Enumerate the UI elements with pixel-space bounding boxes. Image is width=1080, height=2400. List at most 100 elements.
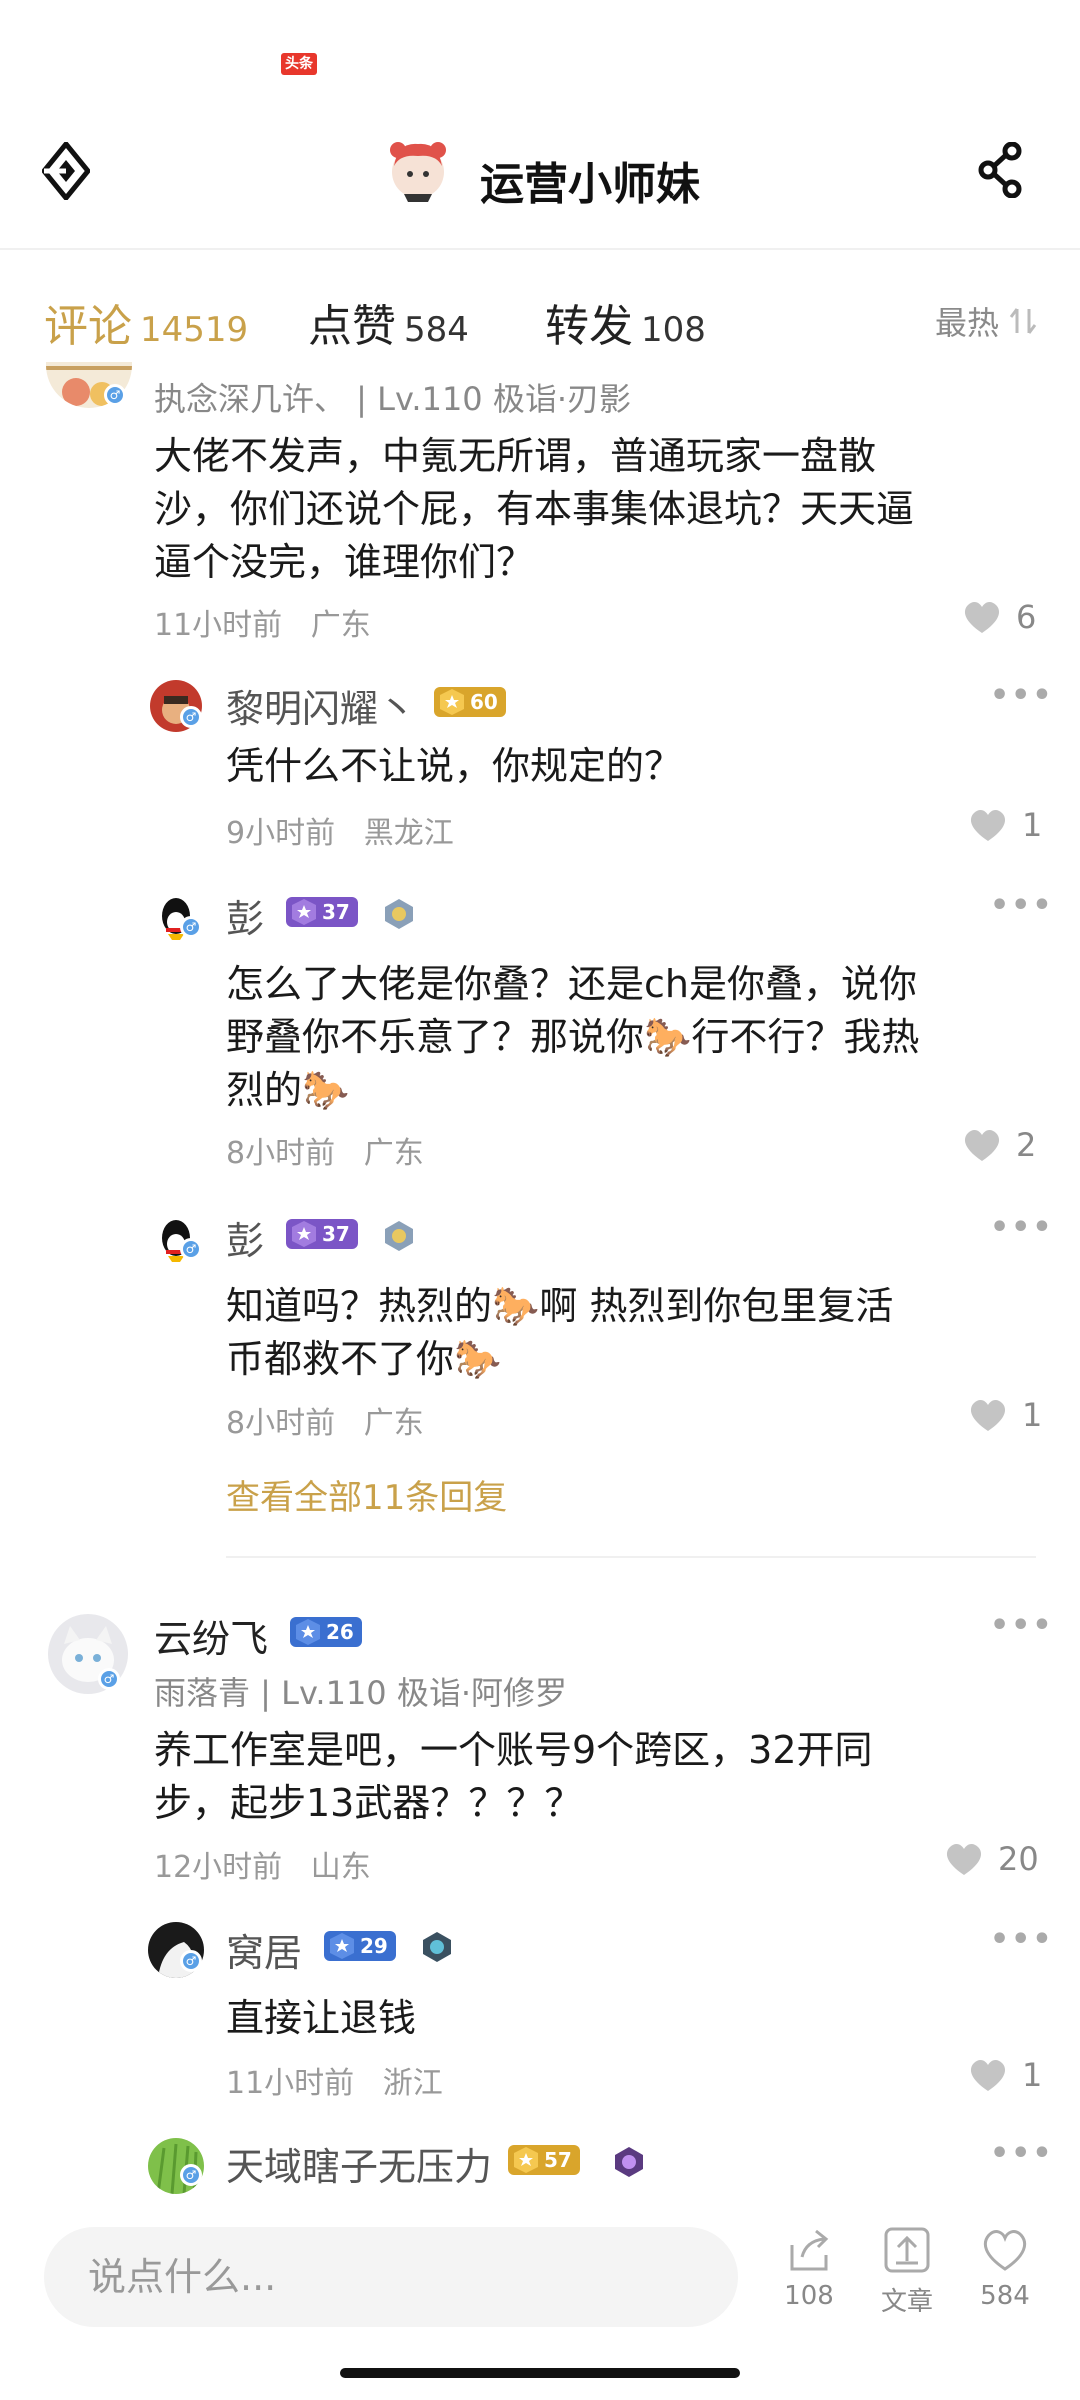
comment-line: 大佬不发声，中氪无所谓，普通玩家一盘散 — [154, 434, 877, 478]
more-options-icon[interactable]: ••• — [990, 678, 1054, 713]
rank-emblem-icon — [615, 2147, 643, 2177]
gender-male-icon: ♂ — [180, 706, 202, 728]
comment-text: 直接让退钱 — [226, 1996, 417, 2040]
top-bar: 运营小师妹 — [0, 120, 1080, 250]
tab-label: 点赞 — [308, 301, 396, 352]
username[interactable]: 天域瞎子无压力 — [226, 2136, 492, 2191]
tab-label: 转发 — [545, 301, 633, 352]
like-button[interactable]: 20 — [944, 1840, 1039, 1878]
level-number: 60 — [470, 690, 498, 714]
sort-icon — [1009, 308, 1037, 334]
tab-reposts[interactable]: 转发 108 — [545, 290, 706, 354]
more-options-icon[interactable]: ••• — [990, 2136, 1054, 2171]
tab-comments[interactable]: 评论 14519 — [44, 290, 248, 354]
comment-meta: 11小时前 广东 — [154, 600, 371, 644]
level-number: 29 — [360, 1934, 388, 1958]
username[interactable]: 窝居 — [226, 1922, 302, 1977]
gender-male-icon: ♂ — [180, 916, 202, 938]
comment-location: 山东 — [310, 1850, 371, 1885]
level-star-icon — [514, 2147, 538, 2173]
comment-location: 浙江 — [382, 2066, 443, 2101]
tab-count: 584 — [404, 310, 469, 350]
comment-line: 野叠你不乐意了？那说你🐎行不行？我热 — [226, 1015, 920, 1059]
share-count: 108 — [784, 2281, 834, 2311]
sort-toggle[interactable]: 最热 — [935, 298, 1039, 344]
rank-emblem-icon — [385, 1221, 413, 1251]
username[interactable]: 彭 — [226, 888, 264, 943]
rank-emblem-icon — [385, 899, 413, 929]
comment-meta: 9小时前 黑龙江 — [226, 808, 454, 852]
level-star-icon — [292, 899, 316, 925]
sort-label: 最热 — [935, 304, 1000, 342]
comment-line: 沙，你们还说个屁，有本事集体退坑？天天逼 — [154, 487, 915, 531]
gender-male-icon: ♂ — [180, 1950, 202, 1972]
comment-meta: 11小时前 浙江 — [226, 2058, 443, 2102]
level-number: 37 — [322, 900, 350, 924]
more-options-icon[interactable]: ••• — [990, 888, 1054, 923]
comment-time: 8小时前 — [226, 1406, 336, 1441]
article-label: 文章 — [880, 2287, 933, 2317]
user-subtitle: 雨落青 | Lv.110 极诣·阿修罗 — [154, 1674, 568, 1712]
more-options-icon[interactable]: ••• — [990, 1210, 1054, 1245]
comment-input[interactable]: 说点什么... — [44, 2227, 738, 2327]
view-all-replies-link[interactable]: 查看全部11条回复 — [226, 1470, 507, 1519]
level-badge: 37 — [286, 1219, 358, 1249]
level-star-icon — [330, 1933, 354, 1959]
tab-count: 108 — [641, 310, 706, 350]
heart-icon — [964, 1129, 1000, 1161]
level-badge: 29 — [324, 1931, 396, 1961]
tab-count: 14519 — [140, 310, 249, 350]
comment-location: 广东 — [310, 608, 371, 643]
level-badge: 37 — [286, 897, 358, 927]
more-options-icon[interactable]: ••• — [990, 1922, 1054, 1957]
like-count: 1 — [1022, 1396, 1043, 1434]
article-button[interactable]: 文章 — [872, 2225, 942, 2318]
like-button[interactable]: 1 — [968, 1396, 1042, 1434]
share-button[interactable]: 108 — [774, 2225, 844, 2311]
comment-line: 烈的🐎 — [226, 1068, 350, 1112]
username[interactable]: 黎明闪耀丶 — [226, 678, 416, 733]
heart-outline-icon — [983, 2230, 1027, 2271]
share-icon[interactable] — [978, 141, 1024, 199]
comment-location: 黑龙江 — [363, 816, 454, 851]
gender-male-icon: ♂ — [180, 2164, 202, 2186]
comment-line: 养工作室是吧，一个账号9个跨区，32开同 — [154, 1728, 873, 1772]
like-button[interactable]: 2 — [962, 1126, 1036, 1164]
divider — [226, 1556, 1036, 1558]
comment-text: 养工作室是吧，一个账号9个跨区，32开同 步，起步13武器？？？？ — [154, 1724, 873, 1830]
comment-line: 怎么了大佬是你叠？还是ch是你叠，说你 — [226, 962, 917, 1006]
comment-line: 币都救不了你🐎 — [226, 1337, 502, 1381]
author-avatar[interactable] — [388, 138, 448, 202]
more-options-icon[interactable]: ••• — [990, 1608, 1054, 1643]
comment-line: 步，起步13武器？？？？ — [154, 1781, 583, 1825]
home-indicator — [340, 2368, 740, 2378]
like-count: 1 — [1022, 806, 1043, 844]
username[interactable]: 彭 — [226, 1210, 264, 1265]
comment-meta: 8小时前 广东 — [226, 1128, 424, 1172]
comment-line: 逼个没完，谁理你们？ — [154, 540, 535, 584]
comment-time: 11小时前 — [226, 2066, 355, 2101]
like-post-button[interactable]: 584 — [970, 2225, 1040, 2311]
like-button[interactable]: 1 — [968, 806, 1042, 844]
like-button[interactable]: 6 — [962, 598, 1036, 636]
comment-time: 9小时前 — [226, 816, 336, 851]
username[interactable]: 云纷飞 — [154, 1608, 268, 1663]
like-count: 6 — [1016, 598, 1037, 636]
rank-emblem-icon — [423, 1932, 451, 1962]
comment-text: 知道吗？热烈的🐎啊 热烈到你包里复活 币都救不了你🐎 — [226, 1280, 893, 1386]
like-button[interactable]: 1 — [968, 2056, 1042, 2094]
like-count: 1 — [1022, 2056, 1043, 2094]
tab-likes[interactable]: 点赞 584 — [308, 290, 469, 354]
page-title: 运营小师妹 — [480, 159, 700, 210]
like-count: 584 — [980, 2281, 1030, 2311]
app-logo-icon[interactable] — [40, 140, 92, 202]
like-count: 2 — [1016, 1126, 1037, 1164]
comment-line: 知道吗？热烈的🐎啊 热烈到你包里复活 — [226, 1284, 894, 1328]
gender-male-icon: ♂ — [180, 1238, 202, 1260]
heart-icon — [970, 809, 1006, 841]
toutiao-badge: 头条 — [281, 53, 317, 75]
gender-male-icon: ♂ — [98, 1668, 120, 1690]
like-count: 20 — [998, 1840, 1039, 1878]
level-star-icon — [296, 1619, 320, 1645]
level-badge: 57 — [508, 2145, 580, 2175]
